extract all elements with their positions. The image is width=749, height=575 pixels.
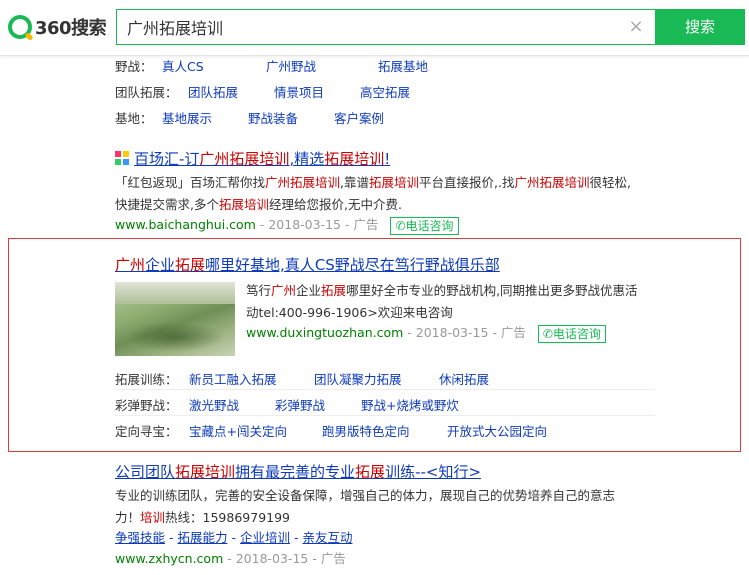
ad-label: 广告 bbox=[320, 551, 346, 566]
result-meta: www.zxhycn.com - 2018-03-15 - 广告 bbox=[115, 551, 346, 566]
sub-link[interactable]: 新员工融入拓展 bbox=[189, 369, 310, 388]
result-title[interactable]: 广州企业拓展哪里好基地,真人CS野战尽在笃行野战俱乐部 bbox=[115, 254, 500, 275]
sitelink-label: 野战： bbox=[115, 59, 153, 74]
result-meta: www.baichanghui.com - 2018-03-15 - 广告 ✆电… bbox=[115, 214, 459, 235]
search-button[interactable]: 搜索 bbox=[655, 9, 745, 45]
sitelink[interactable]: 基地展示 bbox=[162, 108, 244, 127]
result-link[interactable]: 争强技能 bbox=[115, 530, 165, 545]
result-description: 笃行广州企业拓展哪里好全市专业的野战机构,同期推出更多野战优惠活 动tel:40… bbox=[246, 283, 638, 320]
sitelink[interactable]: 客户案例 bbox=[334, 108, 384, 127]
result-url[interactable]: www.duxingtuozhan.com bbox=[246, 325, 403, 340]
phone-consult-button[interactable]: ✆电话咨询 bbox=[537, 324, 606, 343]
sitelink[interactable]: 真人CS bbox=[162, 56, 236, 75]
sub-link[interactable]: 团队凝聚力拓展 bbox=[314, 369, 435, 388]
sub-link-row: 彩弹野战： 激光野战 彩弹野战 野战+烧烤或野炊 bbox=[115, 395, 459, 414]
sub-link-label: 定向寻宝： bbox=[115, 424, 178, 439]
result-thumbnail[interactable] bbox=[115, 282, 235, 356]
ad-label: 广告 bbox=[353, 217, 379, 232]
sitelink-row: 基地： 基地展示 野战装备 客户案例 bbox=[115, 108, 410, 127]
result-title[interactable]: 公司团队拓展培训拥有最完善的专业拓展训练--<知行> bbox=[115, 461, 481, 482]
logo-icon bbox=[8, 15, 32, 39]
result-link[interactable]: 亲友互动 bbox=[302, 530, 352, 545]
search-header: 360搜索 × 搜索 bbox=[0, 0, 749, 56]
sitelink[interactable]: 高空拓展 bbox=[360, 82, 410, 101]
result-title[interactable]: 百场汇-订广州拓展培训,精选拓展培训! bbox=[115, 148, 390, 169]
search-input[interactable] bbox=[127, 10, 607, 44]
phone-icon: ✆ bbox=[395, 218, 406, 233]
result-link[interactable]: 拓展能力 bbox=[177, 530, 227, 545]
sub-link-row: 拓展训练： 新员工融入拓展 团队凝聚力拓展 休闲拓展 bbox=[115, 369, 489, 388]
baichanghui-favicon-icon bbox=[115, 151, 130, 166]
phone-icon: ✆ bbox=[542, 326, 553, 341]
sub-link[interactable]: 跑男版特色定向 bbox=[322, 421, 443, 440]
sitelink[interactable]: 广州野战 bbox=[266, 56, 348, 75]
result-links-row: 争强技能 - 拓展能力 - 企业培训 - 亲友互动 bbox=[115, 530, 353, 545]
sub-link-label: 拓展训练： bbox=[115, 372, 178, 387]
sub-link[interactable]: 激光野战 bbox=[189, 395, 271, 414]
search-box: × bbox=[116, 9, 656, 45]
sub-link[interactable]: 休闲拓展 bbox=[439, 369, 489, 388]
sub-link[interactable]: 宝藏点+闯关定向 bbox=[189, 421, 318, 440]
sitelink-label: 团队拓展： bbox=[115, 85, 178, 100]
sitelink[interactable]: 团队拓展 bbox=[188, 82, 270, 101]
sitelink[interactable]: 拓展基地 bbox=[378, 56, 428, 75]
sitelink-row: 野战： 真人CS 广州野战 拓展基地 bbox=[115, 56, 454, 75]
phone-consult-button[interactable]: ✆电话咨询 bbox=[390, 216, 459, 235]
sub-link[interactable]: 彩弹野战 bbox=[275, 395, 357, 414]
ad-label: 广告 bbox=[500, 325, 526, 340]
result-description: 「红包返现」百场汇帮你找广州拓展培训,靠谱拓展培训平台直接报价,.找广州拓展培训… bbox=[115, 175, 631, 212]
sitelink-row: 团队拓展： 团队拓展 情景项目 高空拓展 bbox=[115, 82, 436, 101]
sub-link[interactable]: 野战+烧烤或野炊 bbox=[361, 395, 459, 414]
logo[interactable]: 360搜索 bbox=[8, 14, 107, 40]
sub-link[interactable]: 开放式大公园定向 bbox=[447, 421, 547, 440]
result-meta: www.duxingtuozhan.com - 2018-03-15 - 广告 … bbox=[246, 322, 606, 343]
result-link[interactable]: 企业培训 bbox=[240, 530, 290, 545]
sitelink-label: 基地： bbox=[115, 111, 153, 126]
divider bbox=[115, 415, 655, 416]
result-url[interactable]: www.baichanghui.com bbox=[115, 217, 256, 232]
result-description: 专业的训练团队，完善的安全设备保障，增强自己的体力，展现自己的优势培养自己的意志… bbox=[115, 488, 616, 525]
sitelink[interactable]: 情景项目 bbox=[274, 82, 356, 101]
clear-icon[interactable]: × bbox=[626, 17, 646, 37]
result-url[interactable]: www.zxhycn.com bbox=[115, 551, 223, 566]
sub-link-label: 彩弹野战： bbox=[115, 398, 178, 413]
logo-text: 360搜索 bbox=[35, 18, 107, 39]
sitelink[interactable]: 野战装备 bbox=[248, 108, 330, 127]
sub-link-row: 定向寻宝： 宝藏点+闯关定向 跑男版特色定向 开放式大公园定向 bbox=[115, 421, 547, 440]
divider bbox=[115, 389, 655, 390]
